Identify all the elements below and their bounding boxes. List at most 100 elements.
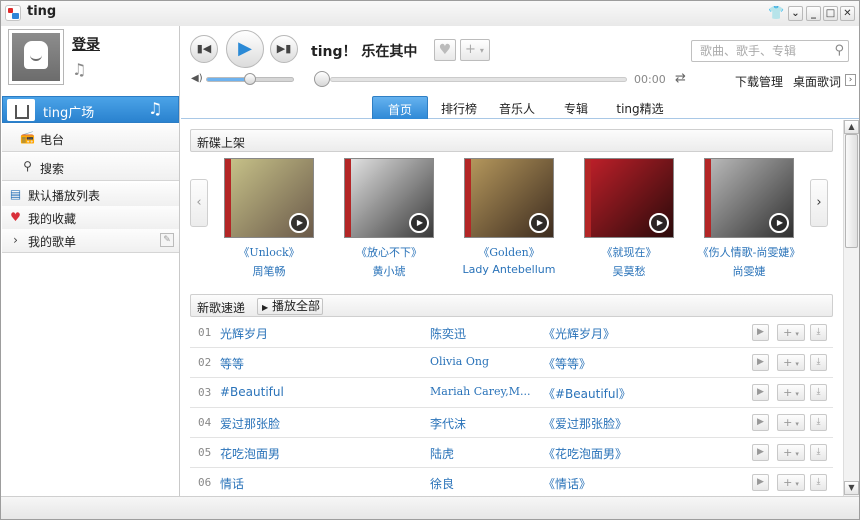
download-song-button[interactable]: ⤓ [810,324,827,341]
album-artist[interactable]: Lady Antebellum [449,263,569,276]
play-icon[interactable]: ▶ [649,213,669,233]
song-album[interactable]: 《#Beautiful》 [543,385,631,402]
play-song-button[interactable]: ▶ [752,444,769,461]
album-artist[interactable]: 黄小琥 [329,263,449,279]
song-row[interactable]: 01 光辉岁月 陈奕迅 《光辉岁月》 ▶ + ▾ ⤓ [190,318,833,348]
play-icon[interactable]: ▶ [769,213,789,233]
tab-musicians[interactable]: 音乐人 [490,96,544,119]
sidebar-item-favorites[interactable]: ♥ 我的收藏 [2,206,179,230]
play-icon[interactable]: ▶ [529,213,549,233]
song-row[interactable]: 04 爱过那张脸 李代沫 《爱过那张脸》 ▶ + ▾ ⤓ [190,408,833,438]
play-icon[interactable]: ▶ [289,213,309,233]
play-song-button[interactable]: ▶ [752,324,769,341]
play-all-button[interactable]: ▶ 播放全部 [257,298,323,315]
play-song-button[interactable]: ▶ [752,414,769,431]
play-song-button[interactable]: ▶ [752,474,769,491]
progress-slider[interactable] [330,77,627,82]
song-artist[interactable]: 陈奕迅 [430,325,540,342]
album-name[interactable]: 《放心不下》 [329,244,449,260]
song-title[interactable]: 等等 [220,355,244,372]
tab-albums[interactable]: 专辑 [552,96,600,119]
add-song-button[interactable]: + ▾ [777,414,805,431]
play-icon[interactable]: ▶ [409,213,429,233]
song-row[interactable]: 03 #Beautiful Mariah Carey,M... 《#Beautiful… [190,378,833,408]
sidebar-item-radio[interactable]: 📻 电台 [2,124,179,152]
album-cover[interactable]: ▶ [224,158,314,238]
add-song-button[interactable]: + ▾ [777,474,805,491]
song-artist[interactable]: 李代沫 [430,415,540,432]
avatar[interactable] [8,29,64,85]
play-song-button[interactable]: ▶ [752,384,769,401]
album-name[interactable]: 《就现在》 [569,244,689,260]
add-to-button[interactable]: + ▾ [460,39,490,61]
scroll-down-button[interactable]: ▼ [844,481,859,495]
album-artist[interactable]: 吴莫愁 [569,263,689,279]
song-artist[interactable]: 徐良 [430,475,540,492]
scroll-thumb[interactable] [845,134,858,248]
close-button[interactable]: ✕ [840,6,855,21]
add-song-button[interactable]: + ▾ [777,384,805,401]
minimize-button[interactable]: _ [806,6,821,21]
download-song-button[interactable]: ⤓ [810,414,827,431]
song-row[interactable]: 05 花吃泡面男 陆虎 《花吃泡面男》 ▶ + ▾ ⤓ [190,438,833,468]
album-name[interactable]: 《Unlock》 [209,244,329,260]
play-song-button[interactable]: ▶ [752,354,769,371]
progress-knob[interactable] [314,71,330,87]
album-cover[interactable]: ▶ [344,158,434,238]
add-song-button[interactable]: + ▾ [777,324,805,341]
song-title[interactable]: 光辉岁月 [220,325,268,342]
album-name[interactable]: 《Golden》 [449,244,569,260]
skin-icon[interactable]: 👕 [768,6,784,21]
album-name[interactable]: 《伤人情歌-尚雯婕》 [689,244,809,260]
search-icon[interactable]: ⚲ [834,43,844,58]
maximize-button[interactable]: □ [823,6,838,21]
song-row[interactable]: 02 等等 Olivia Ong 《等等》 ▶ + ▾ ⤓ [190,348,833,378]
song-artist[interactable]: Olivia Ong [430,355,540,368]
favorite-button[interactable]: ♥ [434,39,456,61]
song-title[interactable]: #Beautiful [220,385,284,399]
volume-icon[interactable]: ◀) [191,73,203,84]
song-row[interactable]: 06 情话 徐良 《情话》 ▶ + ▾ ⤓ [190,468,833,498]
desktop-lyrics-link[interactable]: 桌面歌词 [793,73,841,90]
download-song-button[interactable]: ⤓ [810,384,827,401]
tab-charts[interactable]: 排行榜 [432,96,486,119]
search-input[interactable] [700,44,820,58]
album-cover[interactable]: ▶ [464,158,554,238]
album-artist[interactable]: 尚雯婕 [689,263,809,279]
song-album[interactable]: 《爱过那张脸》 [543,415,627,432]
sidebar-item-default-playlist[interactable]: ▤ 默认播放列表 [2,183,179,207]
volume-knob[interactable] [244,73,256,85]
download-manager-link[interactable]: 下载管理 [735,73,783,90]
song-title[interactable]: 情话 [220,475,244,492]
add-song-button[interactable]: + ▾ [777,354,805,371]
albums-next-button[interactable]: › [810,179,828,227]
scroll-up-button[interactable]: ▲ [844,120,859,134]
add-song-button[interactable]: + ▾ [777,444,805,461]
tab-home[interactable]: 首页 [372,96,428,119]
albums-prev-button[interactable]: ‹ [190,179,208,227]
song-album[interactable]: 《光辉岁月》 [543,325,615,342]
song-title[interactable]: 爱过那张脸 [220,415,280,432]
new-playlist-icon[interactable]: ✎ [160,233,174,247]
login-link[interactable]: 登录 [72,34,100,54]
next-button[interactable]: ▶▮ [270,35,298,63]
menu-button[interactable]: ⌄ [788,6,803,21]
song-title[interactable]: 花吃泡面男 [220,445,280,462]
album-cover[interactable]: ▶ [704,158,794,238]
download-song-button[interactable]: ⤓ [810,474,827,491]
song-artist[interactable]: Mariah Carey,M... [430,385,540,398]
sidebar-item-search[interactable]: ⚲ 搜索 [2,153,179,181]
song-album[interactable]: 《情话》 [543,475,591,492]
tab-ting-picks[interactable]: ting精选 [608,96,672,119]
album-artist[interactable]: 周笔畅 [209,263,329,279]
song-artist[interactable]: 陆虎 [430,445,540,462]
download-song-button[interactable]: ⤓ [810,444,827,461]
song-album[interactable]: 《等等》 [543,355,591,372]
sidebar-item-ting-square[interactable]: ting广场 ♫ [2,96,179,123]
sidebar-item-my-playlists[interactable]: › 我的歌单 ✎ [2,229,179,253]
song-album[interactable]: 《花吃泡面男》 [543,445,627,462]
chevron-right-icon[interactable]: › [845,74,856,86]
loop-mode-icon[interactable]: ⇄ [675,71,686,86]
album-cover[interactable]: ▶ [584,158,674,238]
download-song-button[interactable]: ⤓ [810,354,827,371]
